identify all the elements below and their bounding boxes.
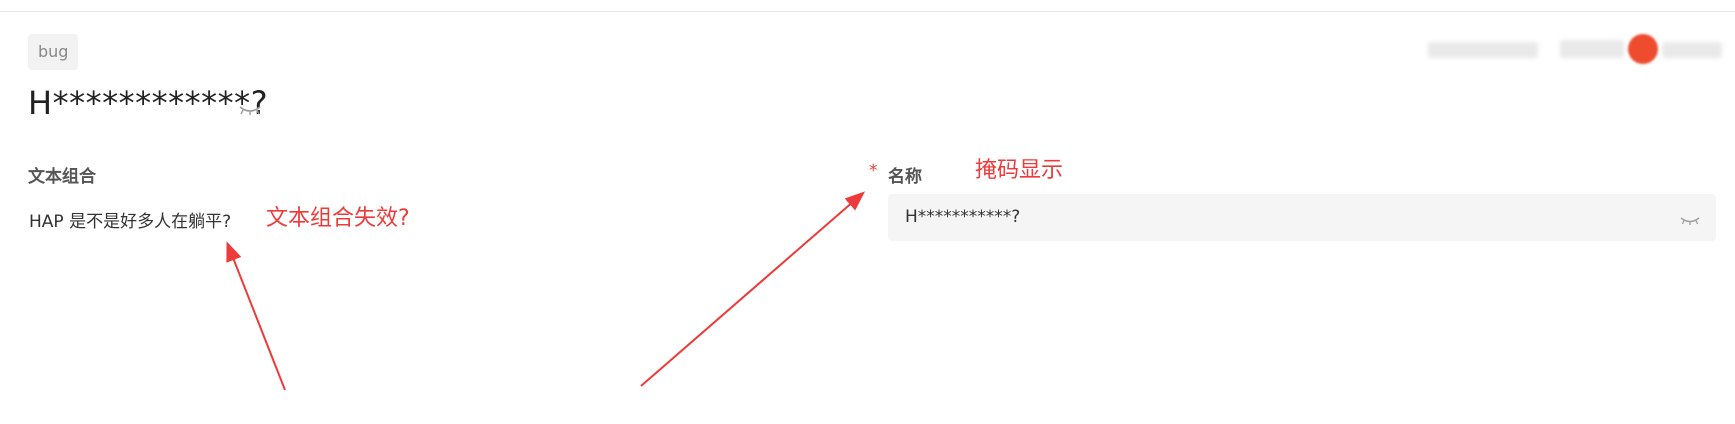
name-field[interactable]: H***********? [888, 194, 1716, 241]
record-title: H************? [28, 84, 269, 122]
annotation-text-combo-broken: 文本组合失效? [266, 206, 410, 231]
avatar[interactable] [1628, 34, 1658, 64]
name-field-label: 名称 [888, 167, 922, 187]
required-mark: * [869, 161, 878, 181]
eye-closed-icon[interactable] [1680, 211, 1700, 230]
name-field-value: H***********? [905, 207, 1021, 227]
annotation-mask-display: 掩码显示 [975, 158, 1064, 183]
eye-closed-icon[interactable] [238, 101, 262, 120]
text-combo-label: 文本组合 [28, 167, 96, 187]
record-detail-page: bug H************? 文本组合 HAP 是不是好多人在躺平? *… [0, 0, 1735, 424]
text-combo-value: HAP 是不是好多人在躺平? [29, 212, 232, 232]
arrow-to-name-field [640, 191, 866, 387]
record-type-tag: bug [28, 34, 79, 70]
top-divider [0, 11, 1735, 12]
arrow-to-text-combo [226, 241, 286, 391]
